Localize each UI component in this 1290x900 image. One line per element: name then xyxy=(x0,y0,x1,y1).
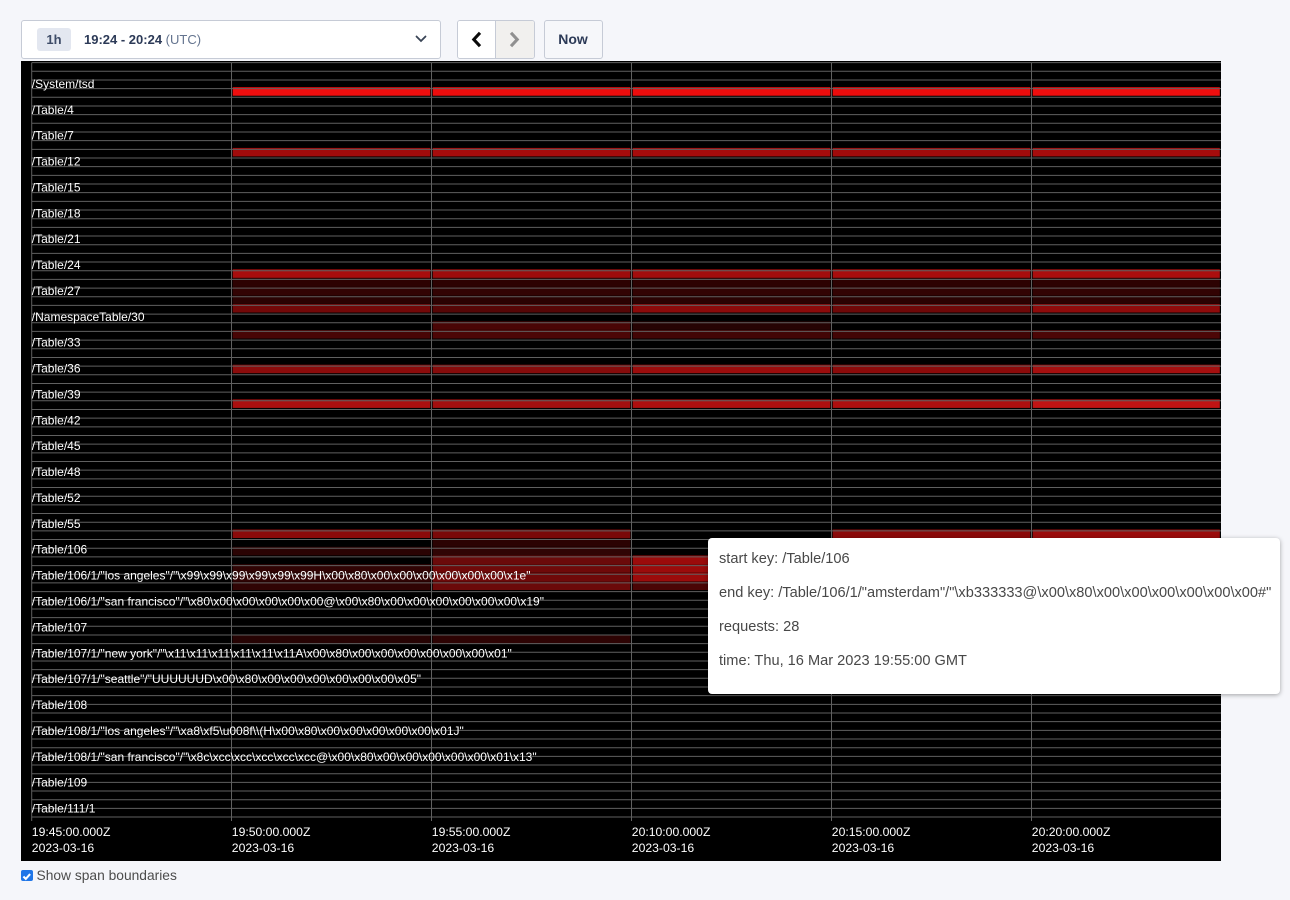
svg-text:/Table/111/1: /Table/111/1 xyxy=(32,801,96,815)
svg-text:/Table/12: /Table/12 xyxy=(32,154,81,168)
svg-text:/Table/39: /Table/39 xyxy=(32,387,81,401)
svg-text:/Table/107/1/"new york"/"\x11\: /Table/107/1/"new york"/"\x11\x11\x11\x1… xyxy=(32,646,512,660)
svg-text:/Table/33: /Table/33 xyxy=(32,335,81,349)
svg-text:2023-03-16: 2023-03-16 xyxy=(832,841,895,855)
svg-text:/Table/7: /Table/7 xyxy=(32,128,74,142)
svg-text:/NamespaceTable/30: /NamespaceTable/30 xyxy=(32,309,145,323)
svg-text:/Table/55: /Table/55 xyxy=(32,516,81,530)
svg-text:/Table/107/1/"seattle"/"UUUUUU: /Table/107/1/"seattle"/"UUUUUUD\x00\x80\… xyxy=(32,672,421,686)
svg-text:/Table/106/1/"san francisco"/": /Table/106/1/"san francisco"/"\x80\x00\x… xyxy=(32,594,544,608)
svg-text:/Table/109: /Table/109 xyxy=(32,775,88,789)
svg-text:/Table/27: /Table/27 xyxy=(32,283,81,297)
svg-text:/System/tsd: /System/tsd xyxy=(32,76,95,90)
svg-text:2023-03-16: 2023-03-16 xyxy=(632,841,695,855)
svg-text:2023-03-16: 2023-03-16 xyxy=(1032,841,1095,855)
svg-text:/Table/108/1/"los angeles"/"\x: /Table/108/1/"los angeles"/"\xa8\xf5\u00… xyxy=(32,723,464,737)
svg-text:2023-03-16: 2023-03-16 xyxy=(432,841,495,855)
svg-text:/Table/108: /Table/108 xyxy=(32,698,88,712)
svg-text:/Table/52: /Table/52 xyxy=(32,490,81,504)
svg-text:/Table/24: /Table/24 xyxy=(32,258,81,272)
svg-text:/Table/42: /Table/42 xyxy=(32,413,81,427)
svg-text:20:15:00.000Z: 20:15:00.000Z xyxy=(832,824,911,838)
svg-text:/Table/107: /Table/107 xyxy=(32,620,88,634)
svg-text:2023-03-16: 2023-03-16 xyxy=(232,841,295,855)
svg-text:/Table/106/1/"los angeles"/"\x: /Table/106/1/"los angeles"/"\x99\x99\x99… xyxy=(32,568,531,582)
svg-text:/Table/36: /Table/36 xyxy=(32,361,81,375)
svg-text:20:20:00.000Z: 20:20:00.000Z xyxy=(1032,824,1111,838)
svg-text:/Table/48: /Table/48 xyxy=(32,465,81,479)
svg-text:/Table/15: /Table/15 xyxy=(32,180,81,194)
svg-text:/Table/106: /Table/106 xyxy=(32,542,88,556)
svg-text:/Table/108/1/"san francisco"/": /Table/108/1/"san francisco"/"\x8c\xcc\x… xyxy=(32,749,537,763)
svg-text:19:55:00.000Z: 19:55:00.000Z xyxy=(432,824,511,838)
svg-text:/Table/4: /Table/4 xyxy=(32,102,74,116)
svg-text:/Table/45: /Table/45 xyxy=(32,439,81,453)
svg-text:19:45:00.000Z: 19:45:00.000Z xyxy=(32,824,111,838)
svg-text:20:10:00.000Z: 20:10:00.000Z xyxy=(632,824,711,838)
svg-text:/Table/18: /Table/18 xyxy=(32,206,81,220)
svg-text:2023-03-16: 2023-03-16 xyxy=(32,841,95,855)
svg-text:/Table/21: /Table/21 xyxy=(32,232,81,246)
svg-text:19:50:00.000Z: 19:50:00.000Z xyxy=(232,824,311,838)
